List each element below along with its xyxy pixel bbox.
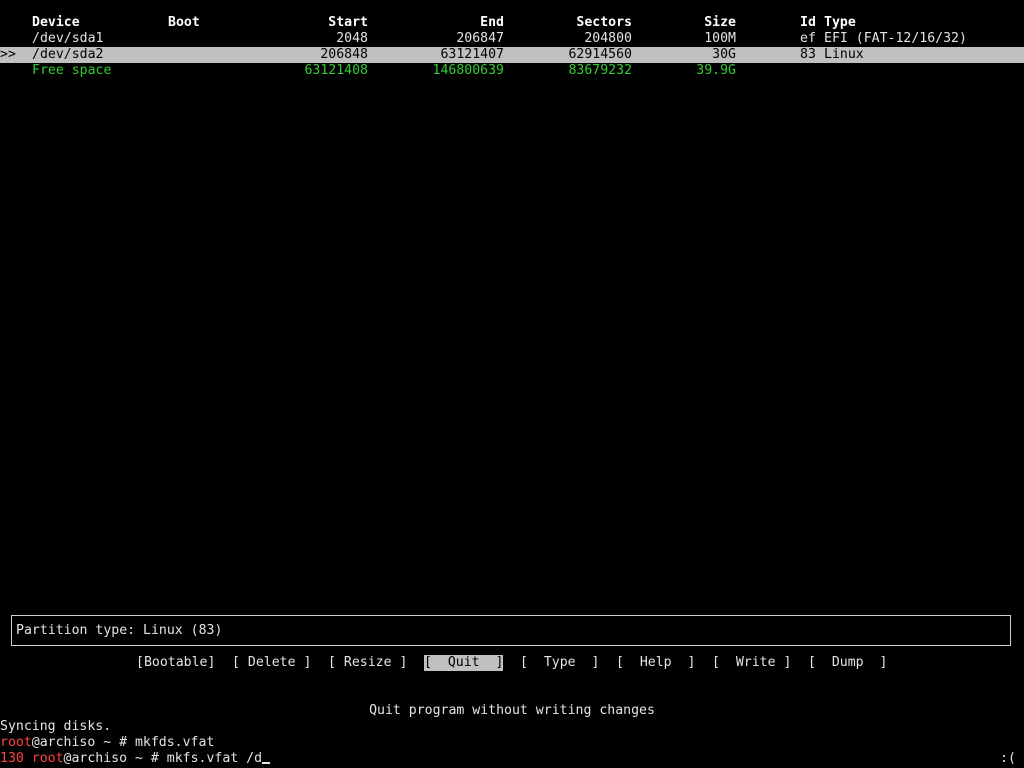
row-device: Free space (32, 63, 112, 78)
action-menu: [Bootable] [ Delete ] [ Resize ] [ Quit … (0, 655, 1024, 671)
write-button[interactable]: [ Write ] (712, 655, 791, 671)
header-size: Size (704, 15, 736, 30)
row-start: 206848 (320, 47, 368, 62)
table-header: Device Boot Start End Sectors Size Id Ty… (0, 15, 1024, 31)
exit-status-indicator: :( (1000, 751, 1016, 766)
row-id: 83 (800, 47, 816, 62)
help-button[interactable]: [ Help ] (616, 655, 695, 671)
delete-button[interactable]: [ Delete ] (232, 655, 311, 671)
prompt-user: root (31, 751, 64, 766)
menu-hint-text: Quit program without writing changes (369, 703, 655, 718)
terminal-line-prompt-1: root@archiso ~ # mkfds.vfat (0, 735, 214, 751)
row-end: 206847 (456, 31, 504, 46)
prompt-command-input[interactable]: @archiso ~ # mkfs.vfat /d (64, 751, 263, 766)
row-type: EFI (FAT-12/16/32) (824, 31, 967, 46)
resize-button[interactable]: [ Resize ] (328, 655, 407, 671)
row-size: 100M (704, 31, 736, 46)
row-device: /dev/sda2 (32, 47, 104, 62)
row-size: 39.9G (696, 63, 736, 78)
row-device: /dev/sda1 (32, 31, 104, 46)
header-sectors: Sectors (576, 15, 632, 30)
row-id: ef (800, 31, 816, 46)
partition-info-box: Partition type: Linux (83) (11, 615, 1011, 646)
partition-row-sda2[interactable]: >> /dev/sda2 206848 63121407 62914560 30… (0, 47, 1024, 63)
header-device: Device (32, 15, 80, 30)
row-start: 2048 (336, 31, 368, 46)
dump-button[interactable]: [ Dump ] (808, 655, 887, 671)
header-type: Type (824, 15, 856, 30)
row-type: Linux (824, 47, 864, 62)
row-size: 30G (712, 47, 736, 62)
terminal-line-prompt-2[interactable]: 130 root@archiso ~ # mkfs.vfat /d (0, 751, 271, 767)
row-sectors: 62914560 (568, 47, 632, 62)
prompt-user: root (0, 735, 32, 750)
type-button[interactable]: [ Type ] (520, 655, 599, 671)
exit-code: 130 (0, 751, 24, 766)
header-end: End (480, 15, 504, 30)
bootable-button[interactable]: [Bootable] (136, 655, 215, 671)
header-boot: Boot (168, 15, 200, 30)
quit-button[interactable]: [ Quit ] (424, 655, 504, 671)
text-cursor (262, 762, 271, 764)
row-end: 146800639 (432, 63, 504, 78)
row-end: 63121407 (440, 47, 504, 62)
row-start: 63121408 (304, 63, 368, 78)
row-sectors: 83679232 (568, 63, 632, 78)
partition-row-free-space[interactable]: Free space 63121408 146800639 83679232 3… (0, 63, 1024, 79)
partition-type-text: Partition type: Linux (83) (16, 623, 223, 638)
header-id: Id (800, 15, 816, 30)
row-sectors: 204800 (584, 31, 632, 46)
prompt-command: @archiso ~ # mkfds.vfat (31, 735, 215, 750)
header-start: Start (328, 15, 368, 30)
partition-row-sda1[interactable]: /dev/sda1 2048 206847 204800 100M ef EFI… (0, 31, 1024, 47)
terminal-line-syncing: Syncing disks. (0, 719, 112, 734)
row-marker: >> (0, 47, 16, 62)
